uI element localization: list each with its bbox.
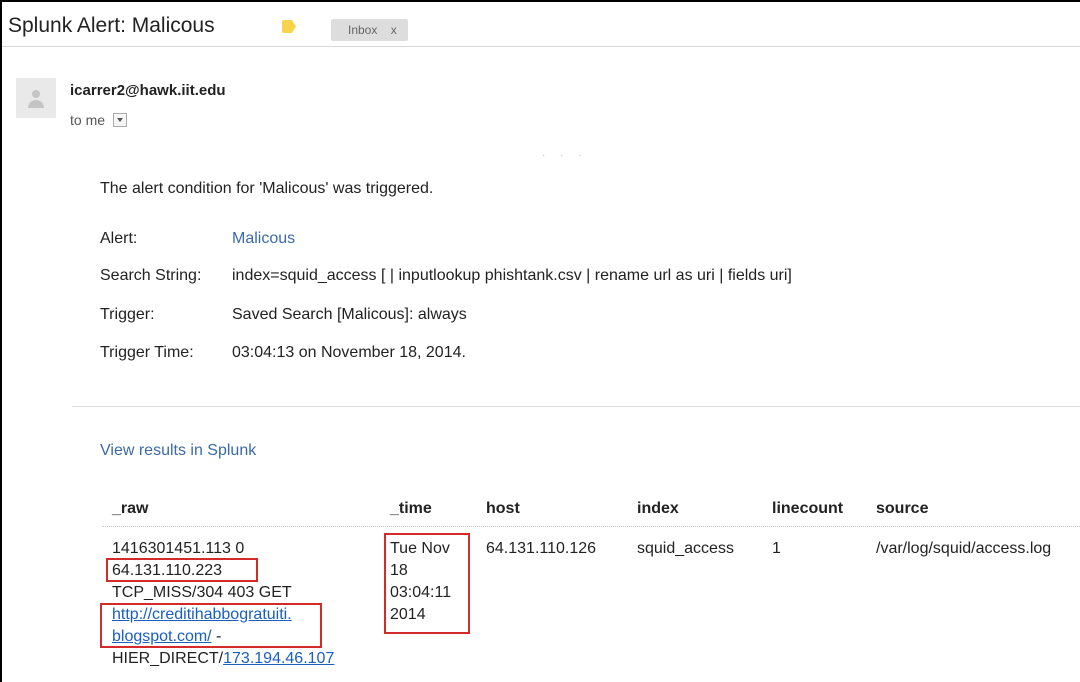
raw-hier-line: HIER_DIRECT/173.194.46.107 bbox=[112, 648, 362, 670]
recipient-text: to me bbox=[70, 112, 106, 128]
column-header-index: index bbox=[637, 500, 679, 517]
phishing-url-link[interactable]: http://creditihabbogratuiti. bbox=[112, 606, 292, 623]
field-key: Trigger: bbox=[100, 306, 155, 323]
view-results-link[interactable]: View results in Splunk bbox=[100, 442, 256, 460]
column-header-time: _time bbox=[390, 500, 432, 517]
decorative-dots: · · · bbox=[542, 150, 588, 161]
phishing-url-link-continued[interactable]: blogspot.com/ bbox=[112, 628, 212, 645]
sender-avatar-icon bbox=[16, 78, 56, 118]
column-header-linecount: linecount bbox=[772, 500, 844, 517]
source-cell: /var/log/squid/access.log bbox=[876, 540, 1052, 557]
sender-email[interactable]: icarrer2@hawk.iit.edu bbox=[70, 82, 226, 99]
raw-client-ip: 64.131.110.223 bbox=[112, 562, 223, 579]
field-key: Trigger Time: bbox=[100, 344, 194, 361]
alert-intro: The alert condition for 'Malicous' was t… bbox=[100, 180, 434, 197]
field-key: Alert: bbox=[100, 230, 138, 247]
field-key: Search String: bbox=[100, 267, 202, 284]
raw-cell: 1416301451.113 0 64.131.110.223 TCP_MISS… bbox=[112, 538, 362, 670]
column-header-host: host bbox=[486, 500, 520, 517]
raw-url-line1: http://creditihabbogratuiti. bbox=[112, 604, 362, 626]
raw-line: TCP_MISS/304 403 GET bbox=[112, 584, 292, 601]
subject-bar: Splunk Alert: Malicous Inbox x bbox=[2, 2, 1080, 47]
column-header-raw: _raw bbox=[112, 500, 149, 517]
time-line: Tue Nov bbox=[390, 540, 450, 557]
section-divider bbox=[72, 406, 1080, 407]
raw-url-suffix: - bbox=[211, 628, 222, 645]
inbox-label-text: Inbox bbox=[348, 23, 378, 37]
time-cell: Tue Nov 18 03:04:11 2014 bbox=[390, 538, 470, 626]
linecount-cell: 1 bbox=[772, 540, 781, 557]
raw-url-line2: blogspot.com/ - bbox=[112, 626, 362, 648]
important-label-icon[interactable] bbox=[282, 20, 296, 33]
remove-label-icon[interactable]: x bbox=[391, 23, 397, 37]
recipient-line: to me bbox=[70, 112, 127, 128]
raw-line: 1416301451.113 0 bbox=[112, 540, 245, 557]
table-header-separator bbox=[102, 526, 1080, 527]
email-window: Splunk Alert: Malicous Inbox x icarrer2@… bbox=[0, 0, 1080, 682]
show-details-dropdown-icon[interactable] bbox=[112, 113, 127, 127]
field-value: index=squid_access [ | inputlookup phish… bbox=[232, 267, 792, 284]
alert-name-link[interactable]: Malicous bbox=[232, 230, 295, 248]
inbox-label-chip[interactable]: Inbox x bbox=[331, 19, 408, 41]
email-subject: Splunk Alert: Malicous bbox=[8, 14, 215, 37]
host-cell: 64.131.110.126 bbox=[486, 540, 597, 557]
field-value: Saved Search [Malicous]: always bbox=[232, 306, 467, 323]
time-line: 2014 bbox=[390, 606, 426, 623]
time-line: 18 bbox=[390, 562, 408, 579]
field-value: 03:04:13 on November 18, 2014. bbox=[232, 344, 466, 361]
hier-ip-link[interactable]: 173.194.46.107 bbox=[223, 650, 334, 667]
index-cell: squid_access bbox=[637, 540, 734, 557]
raw-hier-text: HIER_DIRECT/ bbox=[112, 650, 224, 667]
time-line: 03:04:11 bbox=[390, 584, 452, 601]
column-header-source: source bbox=[876, 500, 929, 517]
